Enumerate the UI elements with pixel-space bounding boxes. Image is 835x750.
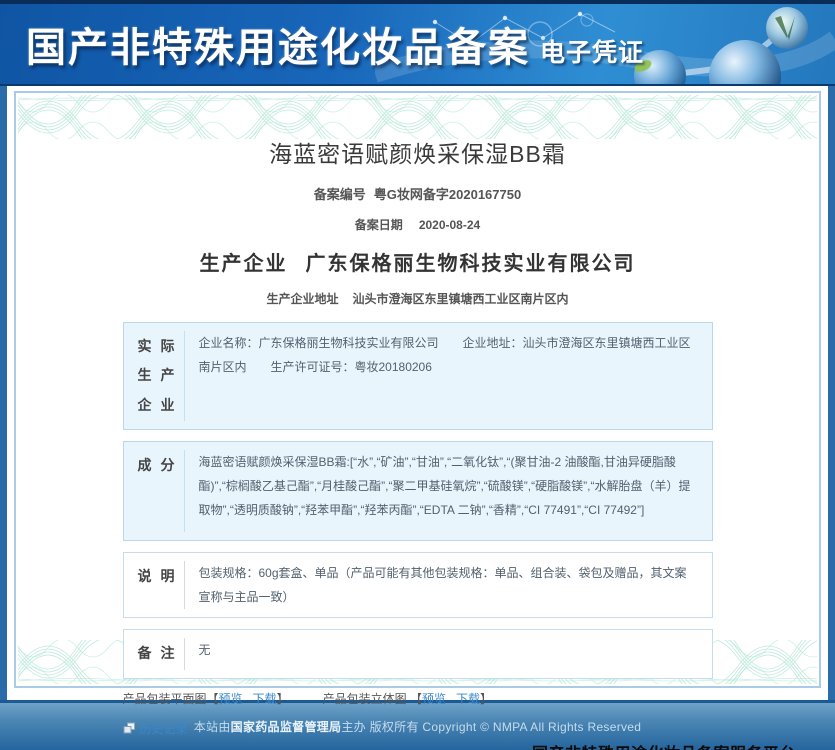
record-number-label: 备案编号 bbox=[313, 187, 366, 202]
record-date-line: 备案日期 2020-08-24 bbox=[123, 216, 713, 233]
record-date-label: 备案日期 bbox=[354, 218, 403, 232]
table-row-remarks: 备注 无 bbox=[122, 629, 713, 679]
table-row-description: 说明 包装规格：60g套盒、单品（产品可能有其他包装规格：单品、组合装、袋包及赠… bbox=[122, 552, 713, 619]
table-row-ingredients: 成分 海蓝密语赋颜焕采保湿BB霜:[“水”,“矿油”,“甘油”,“二氧化钛”,“… bbox=[122, 441, 713, 542]
row-content: 包装规格：60g套盒、单品（产品可能有其他包装规格：单品、组合装、袋包及赠品，其… bbox=[198, 566, 687, 605]
packaging-flat-label: 产品包装平面图 bbox=[122, 691, 207, 706]
detail-table: 实际生产企业 企业名称：广东保格丽生物科技实业有限公司 企业地址：汕头市澄海区东… bbox=[122, 322, 713, 679]
packaging-flat-download-link[interactable]: 下载 bbox=[253, 692, 277, 706]
platform-line: 国产非特殊用途化妆品备案服务平台 bbox=[16, 740, 819, 750]
record-date-value: 2020-08-24 bbox=[418, 218, 481, 232]
record-number-line: 备案编号 粤G妆网备字2020167750 bbox=[123, 184, 713, 203]
history-line: 历史记录 bbox=[123, 720, 713, 737]
bracket: 【 bbox=[409, 691, 422, 706]
packaging-flat-preview-link[interactable]: 预览 bbox=[219, 692, 243, 706]
packaging-stereo-preview-link[interactable]: 预览 bbox=[422, 692, 446, 706]
manufacturer-address-line: 生产企业地址 汕头市澄海区东里镇塘西工业区南片区内 bbox=[123, 290, 713, 307]
bracket: 】 bbox=[479, 691, 492, 706]
row-content: 无 bbox=[198, 643, 211, 658]
manufacturer-label: 生产企业 bbox=[199, 253, 288, 275]
row-content: 企业名称：广东保格丽生物科技实业有限公司 企业地址：汕头市澄海区东里镇塘西工业区… bbox=[198, 336, 691, 374]
row-label: 说明 bbox=[137, 568, 184, 585]
manufacturer-value: 广东保格丽生物科技实业有限公司 bbox=[305, 253, 636, 275]
row-content: 海蓝密语赋颜焕采保湿BB霜:[“水”,“矿油”,“甘油”,“二氧化钛”,“(聚甘… bbox=[198, 455, 691, 518]
certificate-card: 海蓝密语赋颜焕采保湿BB霜 备案编号 粤G妆网备字2020167750 备案日期 2… bbox=[14, 91, 821, 750]
header-banner: 国产非特殊用途化妆品备案 电子凭证 bbox=[0, 0, 835, 86]
platform-name: 国产非特殊用途化妆品备案服务平台 bbox=[532, 746, 796, 750]
row-label: 备注 bbox=[137, 645, 184, 662]
product-name: 海蓝密语赋颜焕采保湿BB霜 bbox=[269, 141, 566, 167]
row-label: 实际生产企业 bbox=[137, 338, 184, 413]
history-windows-icon bbox=[123, 722, 136, 735]
bracket: 【 bbox=[206, 691, 219, 706]
history-record-link[interactable]: 历史记录 bbox=[140, 720, 188, 737]
table-row-actual-manufacturer: 实际生产企业 企业名称：广东保格丽生物科技实业有限公司 企业地址：汕头市澄海区东… bbox=[122, 322, 713, 431]
page-title: 国产非特殊用途化妆品备案 bbox=[26, 26, 530, 70]
manufacturer-address-value: 汕头市澄海区东里镇塘西工业区南片区内 bbox=[352, 292, 569, 306]
manufacturer-address-label: 生产企业地址 bbox=[266, 292, 339, 306]
record-number-value: 粤G妆网备字2020167750 bbox=[373, 187, 522, 202]
packaging-stereo-download-link[interactable]: 下载 bbox=[456, 692, 480, 706]
manufacturer-line: 生产企业 广东保格丽生物科技实业有限公司 bbox=[123, 247, 713, 276]
row-label: 成分 bbox=[137, 457, 184, 474]
packaging-links-line: 产品包装平面图【预览 下载】 产品包装立体图 【预览 下载】 bbox=[123, 690, 713, 707]
bracket: 】 bbox=[276, 691, 289, 706]
certificate-area: 海蓝密语赋颜焕采保湿BB霜 备案编号 粤G妆网备字2020167750 备案日期 2… bbox=[0, 86, 835, 750]
page-subtitle: 电子凭证 bbox=[540, 39, 645, 67]
packaging-stereo-label: 产品包装立体图 bbox=[322, 691, 407, 706]
